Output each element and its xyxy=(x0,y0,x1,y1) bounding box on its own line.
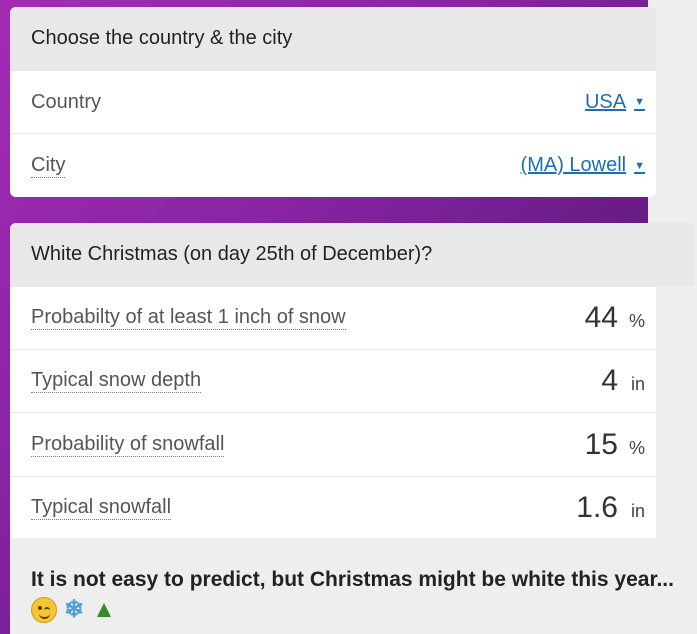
city-value: (MA) Lowell xyxy=(520,154,627,176)
country-select[interactable]: USA ▼ xyxy=(585,91,645,114)
city-row: City (MA) Lowell ▼ xyxy=(10,133,656,197)
verdict-text: It is not easy to predict, but Christmas… xyxy=(31,568,674,591)
white-christmas-title: White Christmas (on day 25th of December… xyxy=(10,223,694,286)
snow-probability-row: Probabilty of at least 1 inch of snow 44… xyxy=(10,286,656,349)
stat-label[interactable]: Probability of snowfall xyxy=(31,433,225,457)
snowfall-probability-row: Probability of snowfall 15% xyxy=(10,412,656,476)
stat-unit: % xyxy=(628,437,645,458)
typical-snowfall-row: Typical snowfall 1.6 in xyxy=(10,476,656,538)
emoji-row: ❄ ▲ xyxy=(31,597,681,623)
stat-unit: in xyxy=(630,374,645,394)
city-select[interactable]: (MA) Lowell ▼ xyxy=(521,154,645,177)
stat-value: 44 xyxy=(584,301,618,334)
white-christmas-card: White Christmas (on day 25th of December… xyxy=(10,223,694,634)
country-value: USA xyxy=(584,90,627,113)
country-label: Country xyxy=(31,90,102,113)
stat-value: 1.6 xyxy=(576,490,618,524)
stat-unit: % xyxy=(628,311,645,331)
location-card: Choose the country & the city Country US… xyxy=(10,7,656,197)
stat-label[interactable]: Typical snow depth xyxy=(31,369,202,393)
dropdown-caret-icon: ▼ xyxy=(634,159,645,172)
stat-value: 15 xyxy=(584,427,618,461)
stat-label[interactable]: Typical snowfall xyxy=(31,496,172,520)
location-card-title: Choose the country & the city xyxy=(10,7,656,70)
stats-list: Probabilty of at least 1 inch of snow 44… xyxy=(10,286,656,538)
stat-unit: in xyxy=(630,500,645,521)
stat-value: 4 xyxy=(601,364,618,397)
city-label: City xyxy=(31,153,66,178)
verdict: It is not easy to predict, but Christmas… xyxy=(31,565,681,623)
christmas-tree-icon: ▲ xyxy=(92,596,116,623)
dropdown-caret-icon: ▼ xyxy=(634,96,645,109)
stat-label[interactable]: Probabilty of at least 1 inch of snow xyxy=(31,306,346,330)
country-row: Country USA ▼ xyxy=(10,70,656,133)
winking-face-icon xyxy=(31,597,57,623)
snow-depth-row: Typical snow depth 4 in xyxy=(10,349,656,412)
snowflake-icon: ❄ xyxy=(63,596,85,623)
